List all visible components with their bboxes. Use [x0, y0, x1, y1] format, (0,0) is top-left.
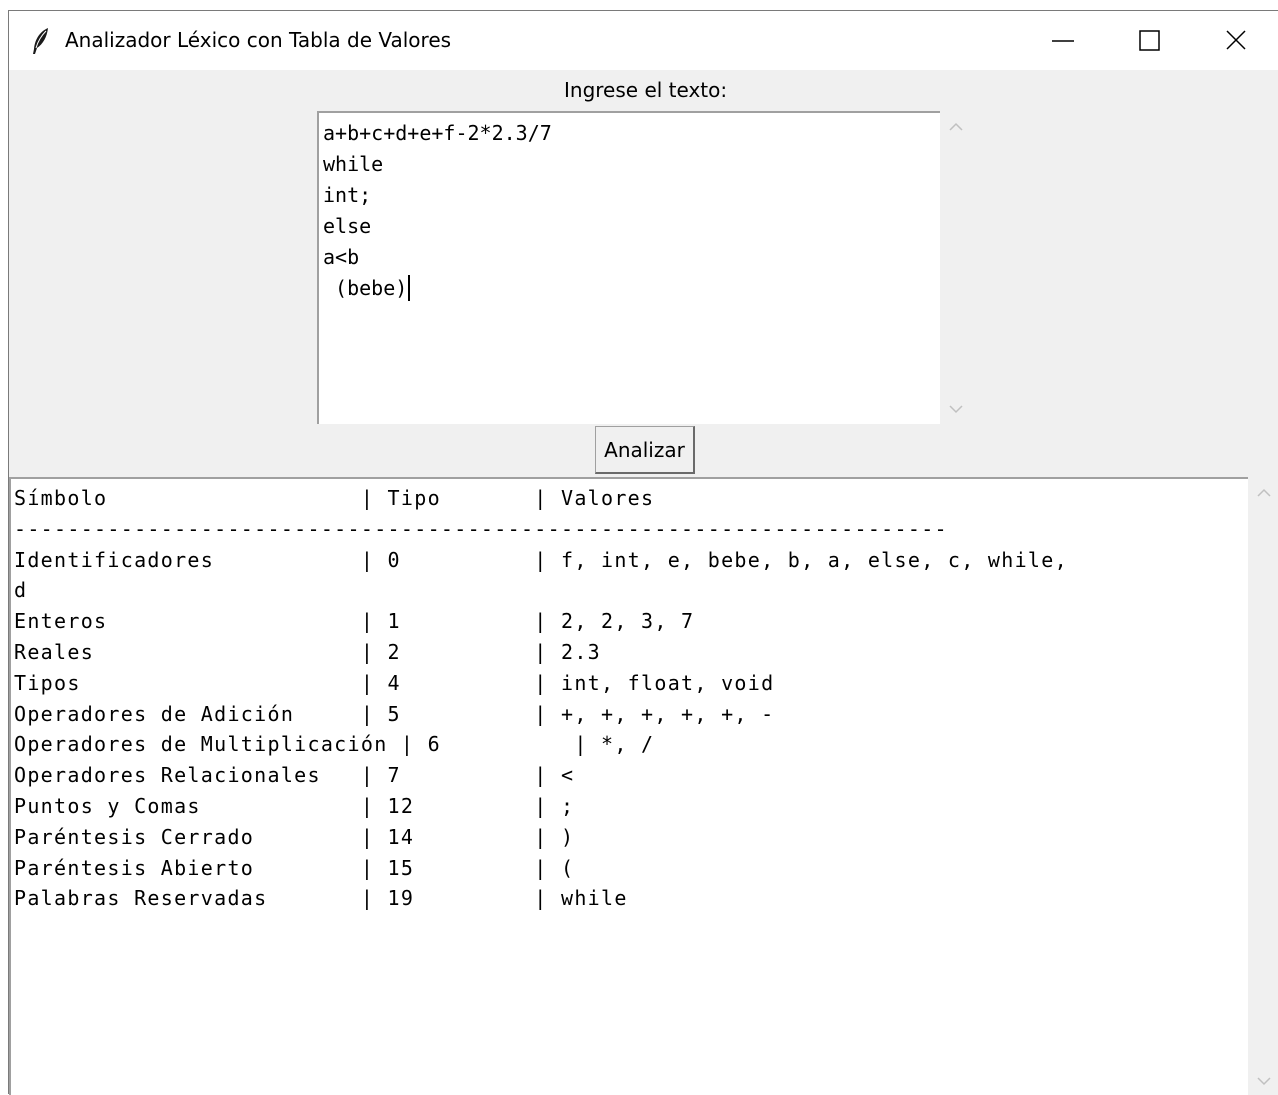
output-line: Palabras Reservadas | 19 | while — [14, 886, 628, 911]
input-label: Ingrese el texto: — [564, 78, 728, 102]
maximize-button[interactable] — [1107, 11, 1195, 70]
output-line: Operadores de Multiplicación | 6 | *, / — [14, 732, 655, 757]
output-table: Símbolo | Tipo | Valores ---------------… — [14, 483, 1068, 914]
output-line: Puntos y Comas | 12 | ; — [14, 793, 575, 818]
output-line: ----------------------------------------… — [14, 516, 948, 541]
output-line: Símbolo | Tipo | Valores — [14, 486, 655, 510]
output-line: Identificadores | 0 | f, int, e, bebe, b… — [14, 547, 1068, 572]
maximize-icon — [1139, 30, 1160, 51]
input-scrollbar[interactable] — [940, 111, 972, 424]
close-button[interactable] — [1192, 11, 1278, 70]
output-line: Enteros | 1 | 2, 2, 3, 7 — [14, 609, 695, 634]
scroll-down-icon[interactable] — [1256, 1075, 1272, 1087]
title-bar[interactable]: Analizador Léxico con Tabla de Valores — [9, 11, 1278, 70]
output-line: Paréntesis Cerrado | 14 | ) — [14, 824, 575, 849]
input-value: a+b+c+d+e+f-2*2.3/7 while int; else a<b … — [323, 121, 552, 300]
output-line: d — [14, 578, 28, 603]
output-line: Reales | 2 | 2.3 — [14, 639, 602, 664]
scroll-up-icon[interactable] — [1256, 487, 1272, 499]
output-line: Tipos | 4 | int, float, void — [14, 670, 775, 695]
close-icon — [1226, 30, 1246, 50]
input-textarea[interactable]: a+b+c+d+e+f-2*2.3/7 while int; else a<b … — [317, 111, 940, 424]
output-textarea[interactable]: Símbolo | Tipo | Valores ---------------… — [9, 477, 1248, 1095]
text-caret — [408, 275, 411, 301]
app-window: Analizador Léxico con Tabla de Valores I… — [8, 10, 1278, 1095]
input-text-content: a+b+c+d+e+f-2*2.3/7 while int; else a<b … — [323, 118, 552, 304]
minimize-button[interactable] — [1019, 11, 1107, 70]
feather-icon — [31, 27, 51, 55]
output-scrollbar[interactable] — [1248, 477, 1278, 1095]
scroll-down-icon[interactable] — [948, 403, 964, 415]
output-line: Paréntesis Abierto | 15 | ( — [14, 855, 575, 880]
window-title: Analizador Léxico con Tabla de Valores — [65, 28, 452, 52]
output-line: Operadores de Adición | 5 | +, +, +, +, … — [14, 701, 775, 726]
output-line: Operadores Relacionales | 7 | < — [14, 763, 575, 788]
analyze-button[interactable]: Analizar — [595, 426, 695, 474]
minimize-icon — [1052, 40, 1074, 42]
scroll-up-icon[interactable] — [948, 121, 964, 133]
